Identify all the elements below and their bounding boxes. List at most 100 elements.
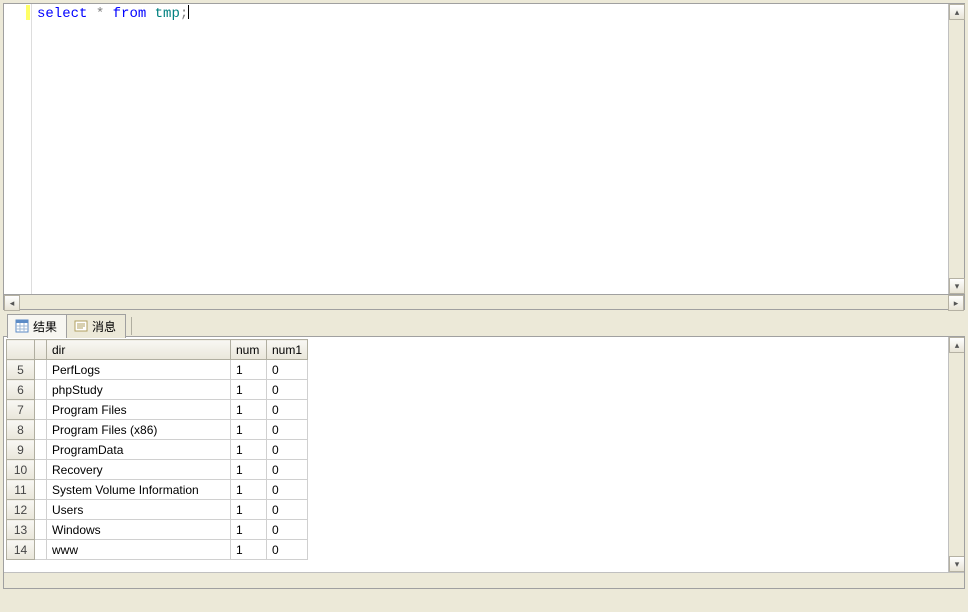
column-header-dir[interactable]: dir [47, 340, 231, 360]
cell-dir[interactable]: Recovery [47, 460, 231, 480]
cell-dir[interactable]: phpStudy [47, 380, 231, 400]
cell-num1[interactable]: 0 [267, 380, 308, 400]
row-selector-cell[interactable] [35, 360, 47, 380]
cell-num1[interactable]: 0 [267, 460, 308, 480]
cell-dir[interactable]: Program Files (x86) [47, 420, 231, 440]
editor-vertical-scrollbar[interactable]: ▴ ▾ [948, 4, 964, 294]
cell-num[interactable]: 1 [231, 540, 267, 560]
table-row[interactable]: 12 Users10 [7, 500, 308, 520]
sql-identifier: tmp [155, 6, 180, 22]
cell-num1[interactable]: 0 [267, 400, 308, 420]
cell-num1[interactable]: 0 [267, 500, 308, 520]
sql-star: * [96, 6, 104, 22]
column-header-rownum[interactable] [7, 340, 35, 360]
cell-dir[interactable]: www [47, 540, 231, 560]
sql-editor[interactable]: select * from tmp; [32, 4, 948, 294]
cell-dir[interactable]: Users [47, 500, 231, 520]
cell-num1[interactable]: 0 [267, 420, 308, 440]
cell-num1[interactable]: 0 [267, 480, 308, 500]
editor-horizontal-scrollbar[interactable]: ◂ ▸ [3, 294, 965, 310]
cell-num[interactable]: 1 [231, 360, 267, 380]
results-table: dir num num1 5PerfLogs106phpStudy107Prog… [6, 339, 308, 560]
table-row[interactable]: 13 Windows10 [7, 520, 308, 540]
cell-dir[interactable]: ProgramData [47, 440, 231, 460]
tab-results[interactable]: 结果 [7, 314, 67, 338]
row-selector-cell[interactable] [35, 440, 47, 460]
cell-num[interactable]: 1 [231, 420, 267, 440]
results-vertical-scrollbar[interactable]: ▴ ▾ [948, 337, 964, 572]
cell-num[interactable]: 1 [231, 500, 267, 520]
cell-num[interactable]: 1 [231, 380, 267, 400]
table-row[interactable]: 8 Program Files (x86)10 [7, 420, 308, 440]
text-caret [188, 5, 189, 19]
row-selector-cell[interactable] [35, 380, 47, 400]
table-header-row: dir num num1 [7, 340, 308, 360]
sql-editor-pane: select * from tmp; ▴ ▾ [3, 3, 965, 295]
row-number-cell[interactable]: 5 [7, 360, 35, 380]
grid-icon [15, 319, 29, 333]
row-selector-cell[interactable] [35, 540, 47, 560]
scroll-left-icon[interactable]: ◂ [4, 295, 20, 311]
scroll-right-icon[interactable]: ▸ [948, 295, 964, 311]
cell-num1[interactable]: 0 [267, 540, 308, 560]
row-number-cell[interactable]: 9 [7, 440, 35, 460]
row-number-cell[interactable]: 11 [7, 480, 35, 500]
cell-num1[interactable]: 0 [267, 520, 308, 540]
results-tab-bar: 结果 消息 [3, 310, 965, 337]
cell-num[interactable]: 1 [231, 520, 267, 540]
table-row[interactable]: 7 Program Files10 [7, 400, 308, 420]
column-header-num[interactable]: num [231, 340, 267, 360]
scroll-track[interactable] [949, 353, 964, 556]
cell-dir[interactable]: PerfLogs [47, 360, 231, 380]
scroll-down-icon[interactable]: ▾ [949, 278, 965, 294]
table-row[interactable]: 6 phpStudy10 [7, 380, 308, 400]
scroll-up-icon[interactable]: ▴ [949, 337, 964, 353]
table-row[interactable]: 9 ProgramData10 [7, 440, 308, 460]
cell-dir[interactable]: System Volume Information [47, 480, 231, 500]
cell-dir[interactable]: Program Files [47, 400, 231, 420]
tab-messages-label: 消息 [92, 318, 116, 335]
cell-num[interactable]: 1 [231, 460, 267, 480]
row-selector-cell[interactable] [35, 480, 47, 500]
editor-gutter [4, 4, 32, 294]
tab-separator [131, 317, 132, 335]
row-selector-cell[interactable] [35, 460, 47, 480]
cell-num[interactable]: 1 [231, 440, 267, 460]
sql-keyword-select: select [37, 6, 87, 22]
results-horizontal-scrollbar[interactable] [4, 572, 964, 588]
scroll-down-icon[interactable]: ▾ [949, 556, 964, 572]
row-selector-cell[interactable] [35, 500, 47, 520]
column-header-selector[interactable] [35, 340, 47, 360]
row-number-cell[interactable]: 12 [7, 500, 35, 520]
row-number-cell[interactable]: 8 [7, 420, 35, 440]
table-row[interactable]: 11 System Volume Information10 [7, 480, 308, 500]
scroll-track[interactable] [4, 573, 964, 588]
row-number-cell[interactable]: 13 [7, 520, 35, 540]
tab-results-label: 结果 [33, 318, 57, 335]
row-number-cell[interactable]: 7 [7, 400, 35, 420]
row-number-cell[interactable]: 14 [7, 540, 35, 560]
row-selector-cell[interactable] [35, 420, 47, 440]
cell-num[interactable]: 1 [231, 480, 267, 500]
row-number-cell[interactable]: 10 [7, 460, 35, 480]
cell-num[interactable]: 1 [231, 400, 267, 420]
row-selector-cell[interactable] [35, 520, 47, 540]
sql-keyword-from: from [113, 6, 147, 22]
table-row[interactable]: 5 PerfLogs10 [7, 360, 308, 380]
scroll-track[interactable] [20, 295, 948, 309]
results-pane: dir num num1 5PerfLogs106phpStudy107Prog… [3, 337, 965, 589]
results-grid[interactable]: dir num num1 5PerfLogs106phpStudy107Prog… [4, 337, 948, 572]
table-row[interactable]: 14 www10 [7, 540, 308, 560]
row-selector-cell[interactable] [35, 400, 47, 420]
cell-num1[interactable]: 0 [267, 440, 308, 460]
cell-num1[interactable]: 0 [267, 360, 308, 380]
cell-dir[interactable]: Windows [47, 520, 231, 540]
column-header-num1[interactable]: num1 [267, 340, 308, 360]
scroll-up-icon[interactable]: ▴ [949, 4, 965, 20]
row-number-cell[interactable]: 6 [7, 380, 35, 400]
tab-messages[interactable]: 消息 [66, 314, 126, 338]
messages-icon [74, 319, 88, 333]
table-row[interactable]: 10Recovery10 [7, 460, 308, 480]
editor-line-highlight [26, 5, 30, 20]
scroll-track[interactable] [949, 20, 964, 278]
